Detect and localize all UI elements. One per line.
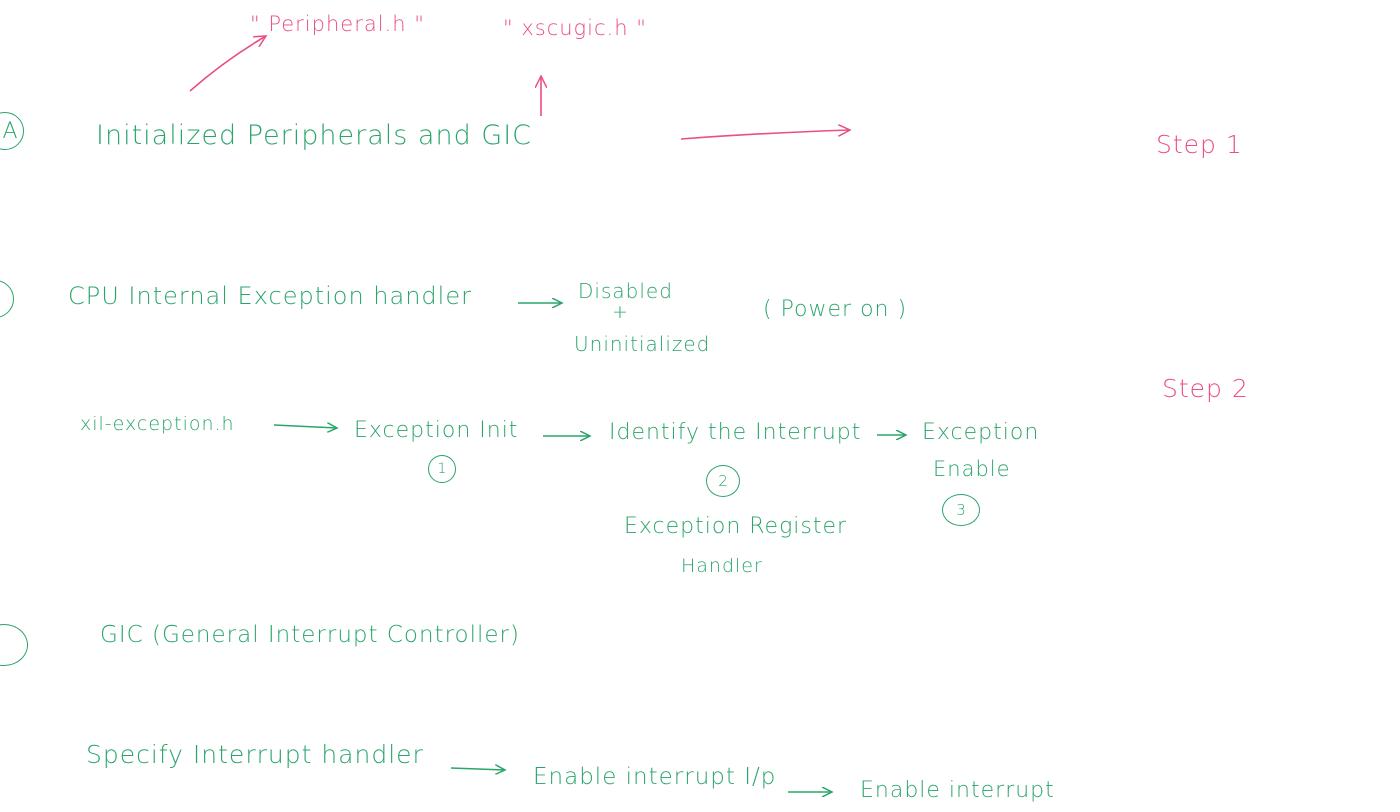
xil-exception-h-label: xil-exception.h [80, 413, 235, 435]
arrow-to-enable-interrupt-ip [450, 768, 505, 770]
exception-init-label: Exception Init [354, 418, 519, 443]
power-on-note: ( Power on ) [763, 297, 908, 322]
xscugic-h-annotation: " xscugic.h " [503, 16, 647, 40]
identify-interrupt-label: Identify the Interrupt [609, 420, 862, 445]
section-c-title: GIC (General Interrupt Controller) [100, 622, 520, 648]
arrow-to-step1 [680, 130, 850, 140]
state-plus-sign: + [612, 301, 629, 323]
disabled-state-label: Disabled [578, 279, 673, 303]
section-b-title: CPU Internal Exception handler [68, 282, 472, 310]
whiteboard-canvas: A Initialized Peripherals and GIC " Peri… [0, 0, 1400, 812]
exception-label: Exception [922, 420, 1040, 445]
specify-interrupt-handler-label: Specify Interrupt handler [86, 740, 424, 769]
enable-interrupt-label: Enable interrupt [860, 778, 1055, 803]
step-2-label: Step 2 [1162, 374, 1249, 403]
exception-register-label: Exception Register [624, 514, 848, 539]
enable-interrupt-ip-label: Enable interrupt I/p [533, 764, 777, 790]
enable-label: Enable [933, 457, 1011, 481]
peripheral-h-annotation: " Peripheral.h " [250, 12, 425, 36]
step-1-label: Step 1 [1156, 130, 1243, 159]
step-number-2: 2 [706, 465, 740, 497]
step-number-1: 1 [428, 455, 456, 483]
step-number-3: 3 [942, 494, 980, 526]
arrow-to-exception-init [273, 425, 337, 428]
uninitialized-state-label: Uninitialized [574, 332, 711, 356]
arrow-to-peripheral-h [189, 36, 266, 92]
section-a-title: Initialized Peripherals and GIC [96, 120, 533, 151]
handler-label: Handler [681, 555, 763, 577]
